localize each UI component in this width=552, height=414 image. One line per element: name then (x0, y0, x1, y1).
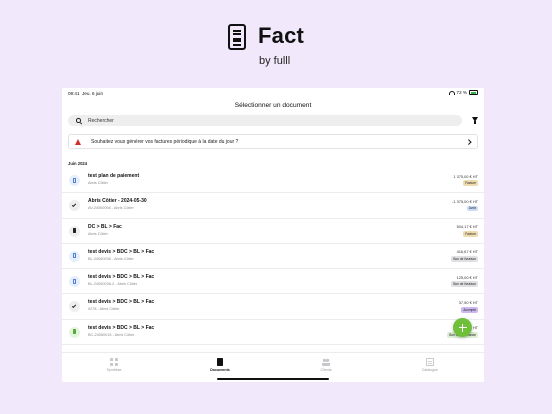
brand-header: Fact by fulll (0, 22, 552, 72)
document-title: test devis > BDC > BL > Fac (88, 248, 155, 255)
document-row[interactable]: test plan de paiement Abris Côtier 1 375,0… (62, 168, 484, 194)
file-icon (69, 175, 80, 186)
app-screen: 09:41 Jeu. 6 juin 72 % Sélectionner un d… (62, 88, 484, 382)
catalog-icon (426, 358, 434, 366)
document-row[interactable]: test devis > BDC > BL > Fac 0278 - Abris … (62, 294, 484, 320)
document-type-badge: Acompte (461, 306, 478, 313)
warning-icon (75, 139, 81, 145)
document-title: test devis > BDC > BL > Fac (88, 299, 155, 306)
chevron-right-icon (465, 139, 471, 145)
filter-icon[interactable] (472, 117, 478, 124)
document-type-badge: Bon de livraison (451, 281, 478, 288)
document-type-badge: Bon de livraison (451, 256, 478, 262)
grid-icon (110, 358, 118, 366)
file-icon (69, 250, 80, 262)
search-icon (76, 118, 81, 123)
check-icon (69, 200, 80, 212)
wifi-icon (448, 90, 455, 95)
periodic-invoice-banner[interactable]: Souhaitez vous générer vos factures péri… (68, 134, 478, 149)
search-placeholder: Rechercher (88, 117, 114, 124)
tab-label: Catalogue (421, 368, 439, 372)
document-title: test plan de paiement (88, 173, 140, 179)
document-amount: 1 375,00 € HT (453, 173, 478, 179)
document-subtitle: AV-24060066 - Abris Côtier (88, 206, 134, 211)
search-input[interactable]: Rechercher (68, 115, 462, 126)
check-icon (69, 301, 80, 313)
document-amount: -1 375,00 € HT (452, 198, 478, 204)
file-icon (69, 326, 80, 338)
section-header: Juin 2024 (68, 161, 88, 166)
tab-documents[interactable]: Documents (195, 358, 245, 372)
brand-name: Fact (258, 23, 305, 48)
tab-clients[interactable]: Clients (301, 358, 351, 372)
battery-icon (469, 90, 478, 95)
file-icon (69, 276, 80, 288)
document-amount: 416,67 € HT (456, 249, 478, 255)
document-amount: 504,17 € HT (456, 224, 478, 230)
tab-label: Synthèse (106, 368, 122, 372)
document-amount: 37,50 € HT (458, 299, 478, 305)
document-subtitle: Abris Côtier (88, 231, 108, 236)
tab-label: Clients (320, 368, 332, 372)
document-row[interactable]: test devis > BDC > BL > Fac BL-24060036-2… (62, 269, 484, 295)
document-row[interactable]: test devis > BDC > BL > Fac BC-24060015 -… (62, 320, 484, 346)
document-row[interactable]: Abris Côtier - 2024-05-30 AV-24060066 - A… (62, 193, 484, 219)
status-bar: 09:41 Jeu. 6 juin 72 % (62, 88, 484, 100)
document-subtitle: Abris Côtier (88, 181, 108, 185)
document-icon (216, 358, 224, 366)
document-row[interactable]: test devis > BDC > BL > Fac BL-24060036 -… (62, 244, 484, 270)
document-amount: HT (472, 325, 478, 331)
document-title: test devis > BDC > BL > Fac (88, 274, 155, 281)
banner-text: Souhaitez vous générer vos factures péri… (91, 139, 239, 146)
document-type-badge: Facture (463, 180, 478, 187)
status-right: 72 % (448, 90, 478, 95)
document-type-badge: Avoir (466, 205, 478, 212)
home-indicator (217, 378, 329, 380)
document-type-badge: Facture (463, 230, 478, 237)
add-document-button[interactable] (453, 318, 472, 337)
search-row: Rechercher (68, 115, 478, 126)
battery-percent: 72 % (456, 90, 467, 95)
document-subtitle: 0278 - Abris Côtier (88, 307, 120, 312)
document-row[interactable]: DC > BL > Fac Abris Côtier 504,17 € HT Fact… (62, 219, 484, 244)
document-list: test plan de paiement Abris Côtier 1 375,0… (62, 168, 484, 346)
tab-catalogue[interactable]: Catalogue (405, 358, 455, 372)
brand-subtitle: by fulll (259, 55, 291, 67)
document-subtitle: BC-24060015 - Abris Côtier (88, 332, 135, 337)
document-title: test devis > BDC > BL > Fac (88, 324, 155, 331)
document-subtitle: BL-24060036-2 - Abris Côtier (88, 282, 138, 287)
tab-label: Documents (210, 368, 230, 372)
page-title: Sélectionner un document (234, 102, 312, 109)
document-title: Abris Côtier - 2024-05-30 (88, 198, 147, 205)
fact-logo-icon (228, 24, 246, 50)
file-icon (69, 225, 80, 237)
plus-icon (458, 322, 467, 334)
people-icon (322, 358, 330, 366)
tab-synthèse[interactable]: Synthèse (89, 358, 139, 372)
status-time: 09:41 Jeu. 6 juin (68, 91, 104, 96)
document-amount: 125,00 € HT (456, 274, 478, 280)
document-title: DC > BL > Fac (88, 223, 122, 230)
document-subtitle: BL-24060036 - Abris Côtier (88, 256, 134, 261)
